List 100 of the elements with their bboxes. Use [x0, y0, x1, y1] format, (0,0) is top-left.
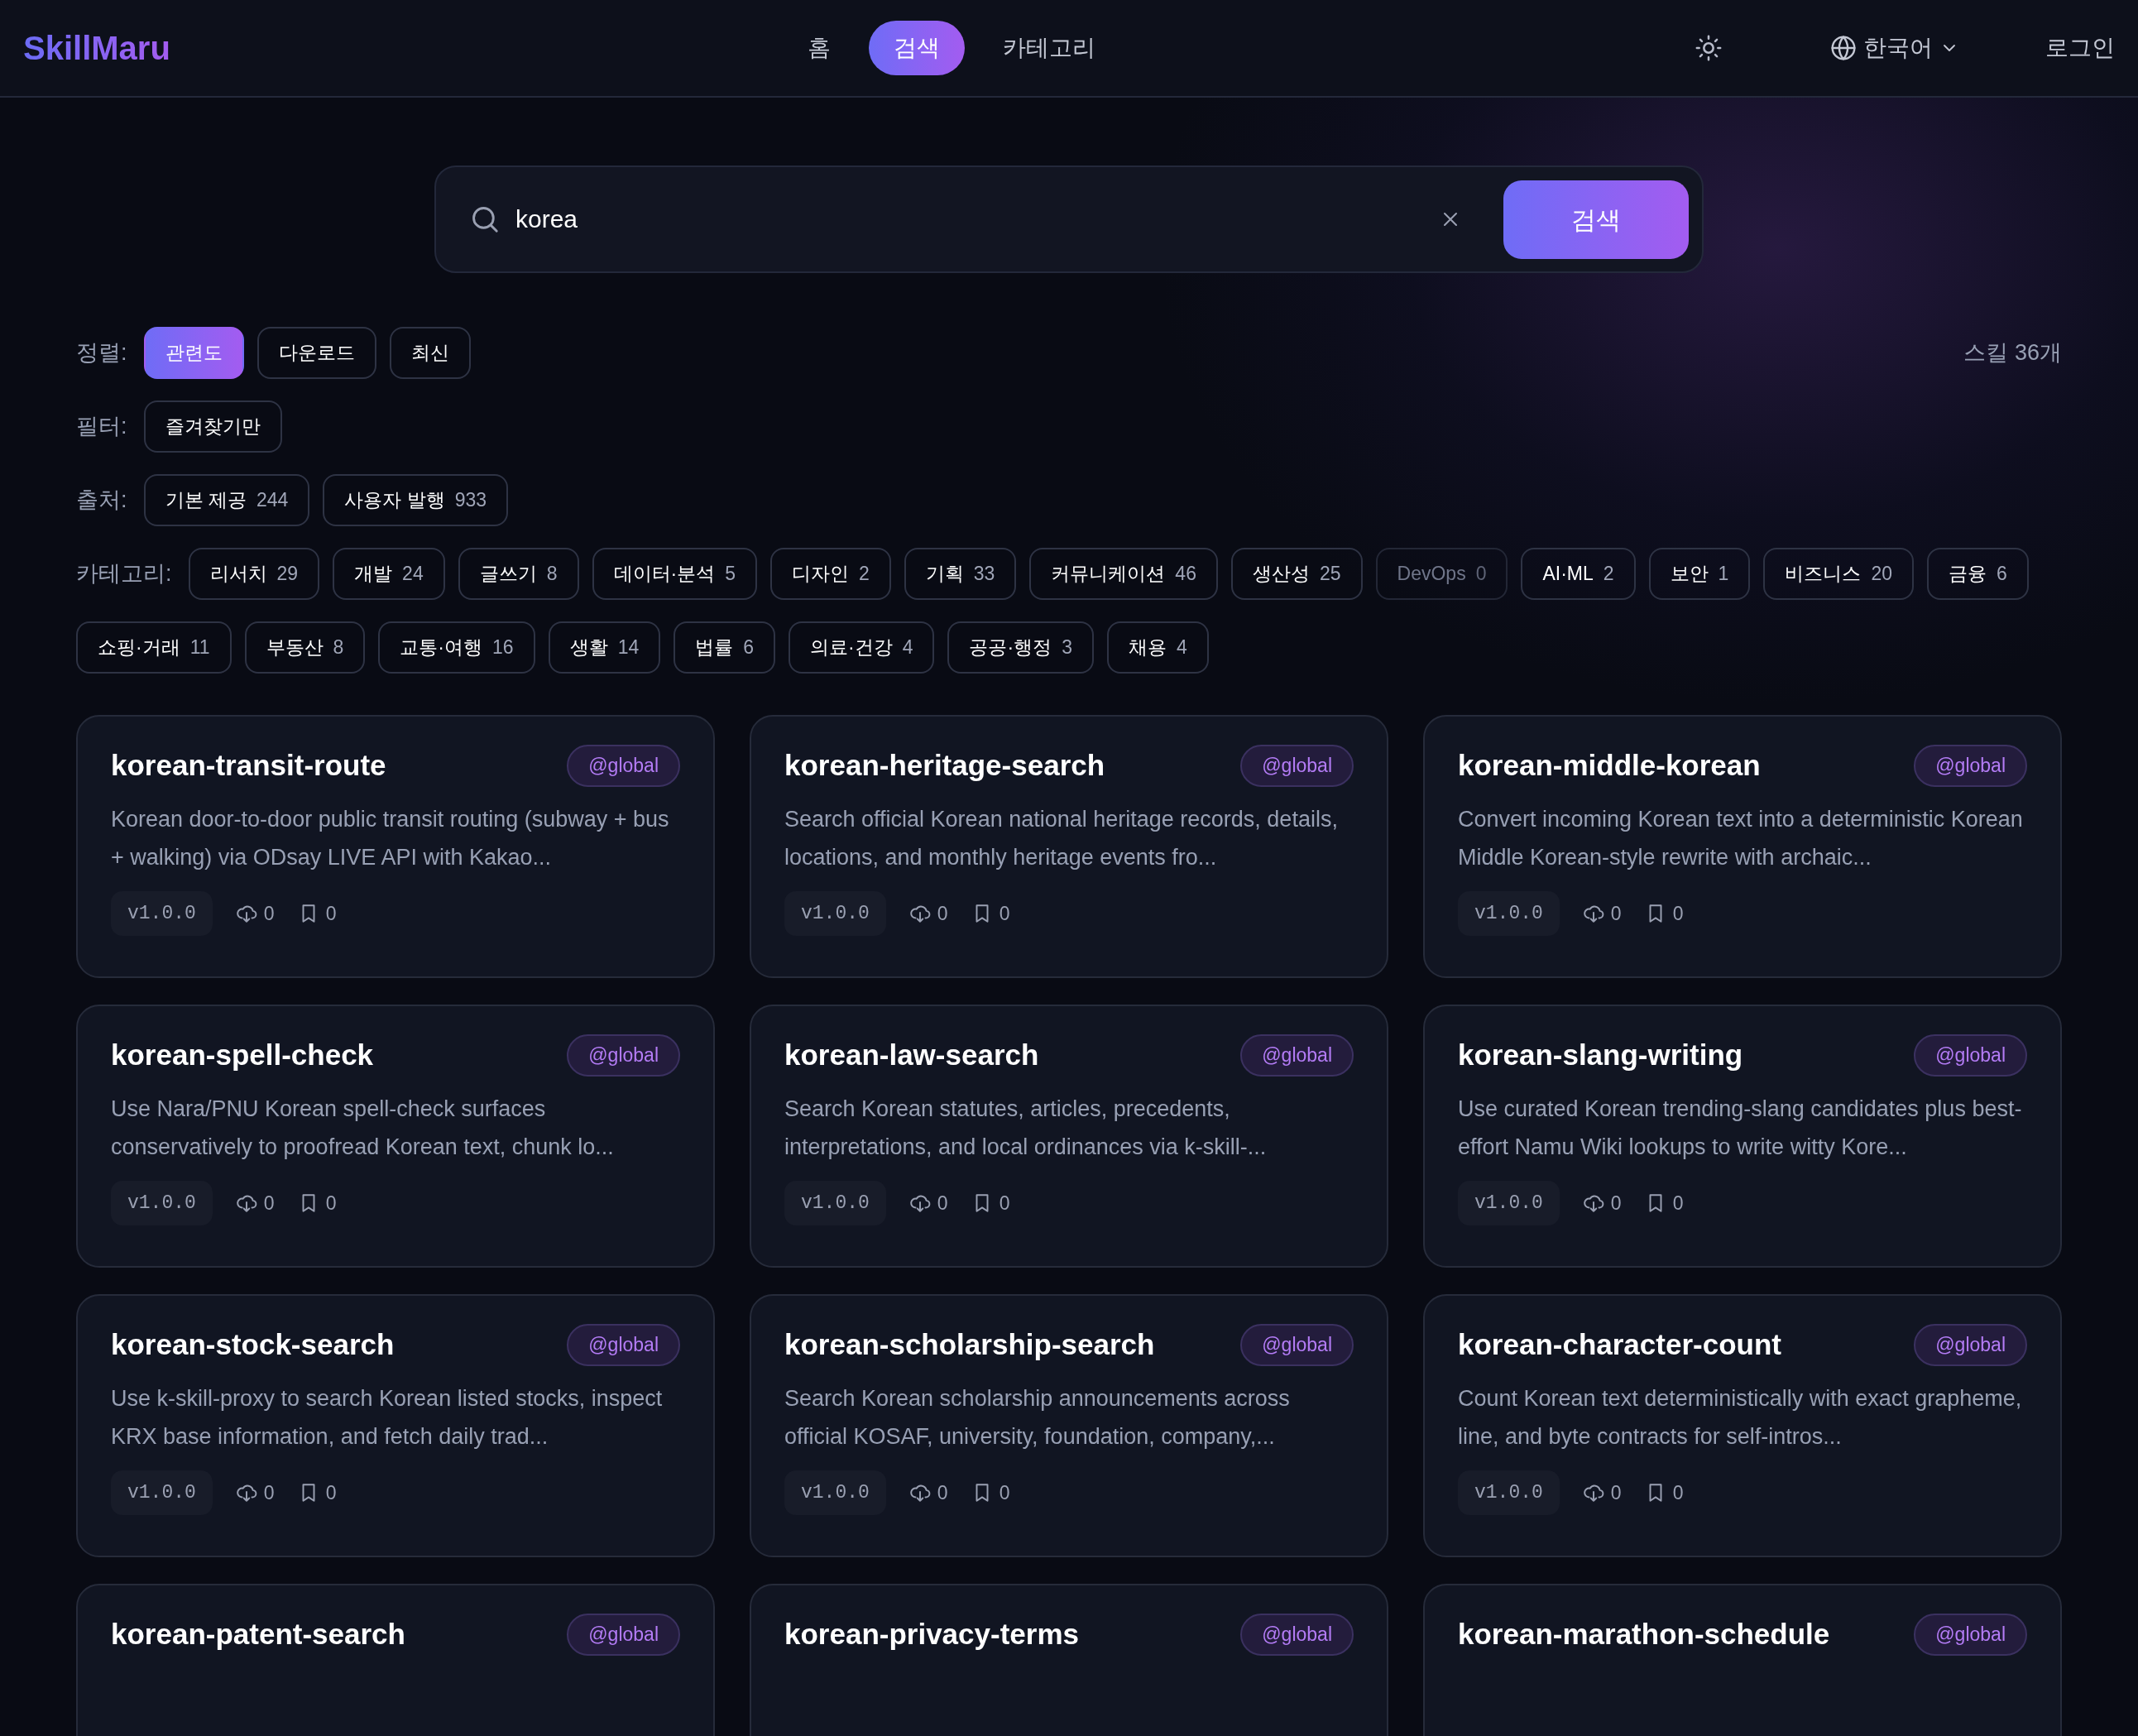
scope-tag: @global [1240, 745, 1354, 787]
version-tag: v1.0.0 [1458, 1470, 1560, 1515]
skill-description: Search Korean scholarship announcements across official KOSAF, university, foundation, company,... [784, 1384, 1291, 1451]
version-tag: v1.0.0 [1458, 1180, 1560, 1225]
filter-chip[interactable]: 쇼핑·거래 11 [76, 621, 232, 674]
filter-chip[interactable]: 사용자 발행 933 [323, 474, 509, 526]
skill-title: korean-privacy-terms [784, 1617, 1079, 1652]
filter-chip[interactable]: 개발 24 [333, 548, 445, 600]
version-tag: v1.0.0 [111, 890, 213, 936]
bookmark-count: 0 [1672, 1191, 1684, 1216]
bookmark-count: 0 [1672, 901, 1684, 926]
download-count: 0 [263, 901, 275, 926]
skill-title: korean-patent-search [111, 1617, 405, 1652]
filter-chip[interactable]: 데이터·분석 5 [592, 548, 757, 600]
download-count: 0 [263, 1480, 275, 1505]
filter-chip[interactable]: 보안 1 [1648, 548, 1751, 600]
version-tag: v1.0.0 [111, 1180, 213, 1225]
skill-description: Convert incoming Korean text into a deterministic Korean Middle Korean-style rewrite with archaic... [1458, 805, 2024, 871]
bookmark-count: 0 [999, 1480, 1010, 1505]
skill-title: korean-middle-korean [1458, 748, 1761, 784]
skill-description: Search Korean statutes, articles, precedents, interpretations, and local ordinances via k-skill-... [784, 1095, 1268, 1161]
skill-card[interactable]: korean-stock-search @global Use k-skill-proxy to search Korean listed stocks, inspect KRX base information, and fetch daily trad... v1.0.0 0 0 [76, 1294, 715, 1557]
skill-card[interactable]: korean-patent-search @global [76, 1584, 715, 1736]
row-label: 정렬: [76, 339, 127, 367]
scope-tag: @global [567, 745, 680, 787]
skill-card[interactable]: korean-scholarship-search @global Search Korean scholarship announcements across official KOSAF, university, foundation, company,... v1.0.0 0 0 [750, 1294, 1388, 1557]
filter-chip[interactable]: 커뮤니케이션 46 [1029, 548, 1218, 600]
skill-description: Korean door-to-door public transit routing (subway + bus + walking) via ODsay LIVE API with Kakao... [111, 805, 670, 871]
filter-chip[interactable]: 관련도 [143, 327, 244, 379]
download-count: 0 [1610, 901, 1622, 926]
scope-tag: @global [1914, 745, 2027, 787]
filter-chip[interactable]: 금융 6 [1926, 548, 2029, 600]
filter-chip[interactable]: 다운로드 [256, 327, 376, 379]
scope-tag: @global [567, 1324, 680, 1366]
filter-chip[interactable]: 생활 14 [548, 621, 661, 674]
filter-chip[interactable]: 기획 33 [904, 548, 1017, 600]
globe-icon [1830, 35, 1857, 61]
skill-card[interactable]: korean-heritage-search @global Search official Korean national heritage records, details, locations, and monthly heritage events fro... v1.0.0 0 0 [750, 715, 1388, 978]
skill-description: Use curated Korean trending-slang candidates plus best-effort Namu Wiki lookups to write witty Kore... [1458, 1095, 2023, 1161]
download-count: 0 [937, 1191, 948, 1216]
scope-tag: @global [1240, 1614, 1354, 1656]
skill-card[interactable]: korean-marathon-schedule @global [1423, 1584, 2062, 1736]
skill-title: korean-heritage-search [784, 748, 1105, 784]
skill-title: korean-marathon-schedule [1458, 1617, 1830, 1652]
filter-chip[interactable]: AI·ML 2 [1521, 548, 1636, 600]
theme-icon[interactable] [1695, 34, 1723, 62]
filter-chip[interactable]: 즐겨찾기만 [143, 400, 282, 453]
filter-chip[interactable]: 공공·행정 3 [947, 621, 1094, 674]
filter-chip[interactable]: 교통·여행 16 [378, 621, 535, 674]
skill-title: korean-character-count [1458, 1327, 1781, 1363]
scope-tag: @global [567, 1034, 680, 1077]
skill-card[interactable]: korean-middle-korean @global Convert incoming Korean text into a deterministic Korean Middle Korean-style rewrite with archaic... v1.0.0 0 0 [1423, 715, 2062, 978]
skill-card[interactable]: korean-privacy-terms @global [750, 1584, 1388, 1736]
download-count: 0 [937, 901, 948, 926]
version-tag: v1.0.0 [784, 890, 886, 936]
filter-chip[interactable]: 최신 [389, 327, 471, 379]
version-tag: v1.0.0 [784, 1470, 886, 1515]
filter-chip[interactable]: 생산성 25 [1230, 548, 1363, 600]
scope-tag: @global [1914, 1034, 2027, 1077]
skill-title: korean-spell-check [111, 1038, 374, 1073]
skill-card[interactable]: korean-slang-writing @global Use curated Korean trending-slang candidates plus best-effort Namu Wiki lookups to write witty Kore... v1.0.0 0 0 [1423, 1005, 2062, 1268]
filter-chip[interactable]: 채용 4 [1106, 621, 1209, 674]
download-count: 0 [937, 1480, 948, 1505]
skill-description: Count Korean text deterministically with exact grapheme, line, and byte contracts for self-intros... [1458, 1384, 2023, 1451]
scope-tag: @global [1914, 1614, 2027, 1656]
bookmark-count: 0 [325, 901, 337, 926]
nav-tab[interactable]: 검색 [868, 21, 965, 75]
login-link[interactable]: 로그인 [2021, 21, 2115, 75]
filter-chip[interactable]: 리서치 29 [188, 548, 320, 600]
skill-card[interactable]: korean-spell-check @global Use Nara/PNU Korean spell-check surfaces conservatively to proofread Korean text, chunk lo... v1.0.0 0 0 [76, 1005, 715, 1268]
filter-chip[interactable]: 법률 6 [674, 621, 775, 674]
skill-title: korean-slang-writing [1458, 1038, 1743, 1073]
download-count: 0 [1610, 1191, 1622, 1216]
filter-chip[interactable]: 글쓰기 8 [458, 548, 579, 600]
filter-chip[interactable]: 부동산 8 [244, 621, 366, 674]
download-count: 0 [263, 1191, 275, 1216]
scope-tag: @global [1240, 1034, 1354, 1077]
download-count: 0 [1610, 1480, 1622, 1505]
result-count: 스킬 36개 [1963, 339, 2062, 367]
search-field[interactable]: korea 검색 [434, 165, 1704, 273]
filter-chip[interactable]: 의료·건강 4 [789, 621, 935, 674]
nav-tab[interactable]: 카테고리 [977, 21, 1120, 75]
nav-tab[interactable]: 홈 [782, 21, 856, 75]
filter-chip[interactable]: 비즈니스 20 [1763, 548, 1914, 600]
filter-chip[interactable]: 디자인 2 [769, 548, 891, 600]
language-selector[interactable]: 한국어 [1805, 21, 1984, 75]
skill-description: Use Nara/PNU Korean spell-check surfaces conservatively to proofread Korean text, chunk lo... [111, 1095, 615, 1161]
version-tag: v1.0.0 [111, 1470, 213, 1515]
skill-title: korean-law-search [784, 1038, 1039, 1073]
bookmark-count: 0 [999, 901, 1010, 926]
filter-chip[interactable]: 기본 제공 244 [143, 474, 310, 526]
skill-card[interactable]: korean-transit-route @global Korean door-to-door public transit routing (subway + bus + walking) via ODsay LIVE API with Kakao... v1.0.0 0 0 [76, 715, 715, 978]
bookmark-count: 0 [1672, 1480, 1684, 1505]
skill-card[interactable]: korean-law-search @global Search Korean statutes, articles, precedents, interpretations, and local ordinances via k-skill-... v1.0.0 0 0 [750, 1005, 1388, 1268]
skill-title: korean-stock-search [111, 1327, 395, 1363]
skill-card[interactable]: korean-character-count @global Count Korean text deterministically with exact grapheme, line, and byte contracts for self-intros... v1.0.0 0 0 [1423, 1294, 2062, 1557]
skill-title: korean-transit-route [111, 748, 386, 784]
scope-tag: @global [567, 1614, 680, 1656]
bookmark-count: 0 [999, 1191, 1010, 1216]
search-button[interactable]: 검색 [1503, 180, 1689, 259]
